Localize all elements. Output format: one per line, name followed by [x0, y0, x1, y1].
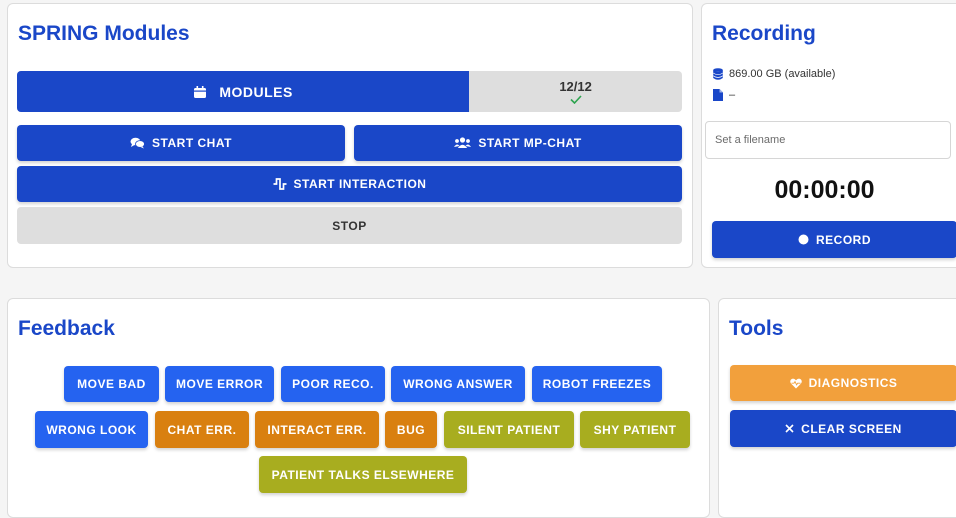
- modules-count-text: 12/12: [559, 79, 592, 94]
- diagnostics-button[interactable]: DIAGNOSTICS: [730, 365, 956, 401]
- feedback-move-bad-button[interactable]: MOVE BAD: [64, 366, 159, 402]
- modules-title: SPRING Modules: [18, 22, 190, 45]
- disk-space-text: 869.00 GB (available): [729, 68, 836, 80]
- feedback-patient-talks-elsewhere-button[interactable]: PATIENT TALKS ELSEWHERE: [259, 456, 467, 493]
- circle-icon: [798, 234, 809, 245]
- start-mp-chat-label: START MP-CHAT: [478, 136, 582, 150]
- wave-square-icon: [273, 178, 287, 190]
- feedback-card: Feedback MOVE BAD MOVE ERROR POOR RECO. …: [7, 298, 710, 518]
- feedback-poor-reco-button[interactable]: POOR RECO.: [281, 366, 385, 402]
- feedback-title: Feedback: [18, 317, 115, 340]
- feedback-shy-patient-button[interactable]: SHY PATIENT: [580, 411, 690, 448]
- tools-title: Tools: [729, 317, 784, 340]
- feedback-button-label: ROBOT FREEZES: [542, 377, 652, 391]
- clear-screen-label: CLEAR SCREEN: [801, 421, 902, 436]
- recording-card: Recording 869.00 GB (available) – 00:00:…: [701, 3, 956, 268]
- stop-button[interactable]: STOP: [17, 207, 682, 244]
- feedback-move-error-button[interactable]: MOVE ERROR: [165, 366, 274, 402]
- record-label: RECORD: [815, 232, 871, 247]
- tools-card: Tools DIAGNOSTICS CLEAR SCREEN: [718, 298, 956, 518]
- feedback-bug-button[interactable]: BUG: [385, 411, 437, 448]
- feedback-button-label: POOR RECO.: [292, 377, 374, 391]
- feedback-wrong-answer-button[interactable]: WRONG ANSWER: [391, 366, 525, 402]
- feedback-robot-freezes-button[interactable]: ROBOT FREEZES: [532, 366, 662, 402]
- feedback-wrong-look-button[interactable]: WRONG LOOK: [35, 411, 148, 448]
- modules-progress-fill: MODULES: [17, 71, 470, 112]
- heart-pulse-icon: [789, 378, 802, 389]
- feedback-button-label: PATIENT TALKS ELSEWHERE: [271, 467, 455, 482]
- database-icon: [713, 68, 723, 80]
- x-icon: [785, 424, 794, 433]
- comments-icon: [130, 137, 145, 149]
- calendar-icon: [193, 85, 207, 99]
- recording-timer: 00:00:00: [774, 176, 875, 204]
- record-button[interactable]: RECORD: [712, 221, 956, 258]
- disk-space: 869.00 GB (available): [713, 68, 835, 80]
- modules-card: SPRING Modules MODULES 12/12 START CHAT …: [7, 3, 693, 268]
- clear-screen-button[interactable]: CLEAR SCREEN: [730, 410, 956, 447]
- feedback-button-label: INTERACT ERR.: [267, 422, 367, 437]
- feedback-silent-patient-button[interactable]: SILENT PATIENT: [444, 411, 574, 448]
- feedback-button-label: MOVE BAD: [77, 377, 146, 391]
- start-interaction-button[interactable]: START INTERACTION: [17, 166, 682, 202]
- stop-label: STOP: [332, 218, 367, 233]
- feedback-button-label: SILENT PATIENT: [457, 422, 561, 437]
- feedback-button-label: WRONG LOOK: [46, 422, 137, 437]
- current-file-text: –: [729, 89, 736, 101]
- check-icon: [570, 95, 582, 104]
- feedback-chat-err-button[interactable]: CHAT ERR.: [155, 411, 249, 448]
- feedback-button-label: SHY PATIENT: [593, 422, 677, 437]
- feedback-interact-err-button[interactable]: INTERACT ERR.: [255, 411, 379, 448]
- diagnostics-label: DIAGNOSTICS: [808, 376, 898, 390]
- file-icon: [713, 89, 723, 101]
- feedback-button-label: WRONG ANSWER: [403, 377, 513, 391]
- modules-bar-label: MODULES: [219, 83, 293, 100]
- modules-count: 12/12: [469, 71, 682, 112]
- feedback-button-label: BUG: [396, 422, 426, 437]
- feedback-button-label: MOVE ERROR: [175, 377, 263, 391]
- start-interaction-label: START INTERACTION: [293, 177, 427, 191]
- feedback-button-label: CHAT ERR.: [167, 422, 237, 437]
- start-chat-label: START CHAT: [152, 136, 232, 150]
- current-file: –: [713, 89, 735, 101]
- users-icon: [454, 137, 472, 149]
- start-mp-chat-button[interactable]: START MP-CHAT: [354, 125, 682, 161]
- modules-progress-bar[interactable]: MODULES 12/12: [17, 71, 682, 112]
- start-chat-button[interactable]: START CHAT: [17, 125, 345, 161]
- recording-title: Recording: [712, 22, 816, 45]
- filename-input[interactable]: [705, 121, 951, 159]
